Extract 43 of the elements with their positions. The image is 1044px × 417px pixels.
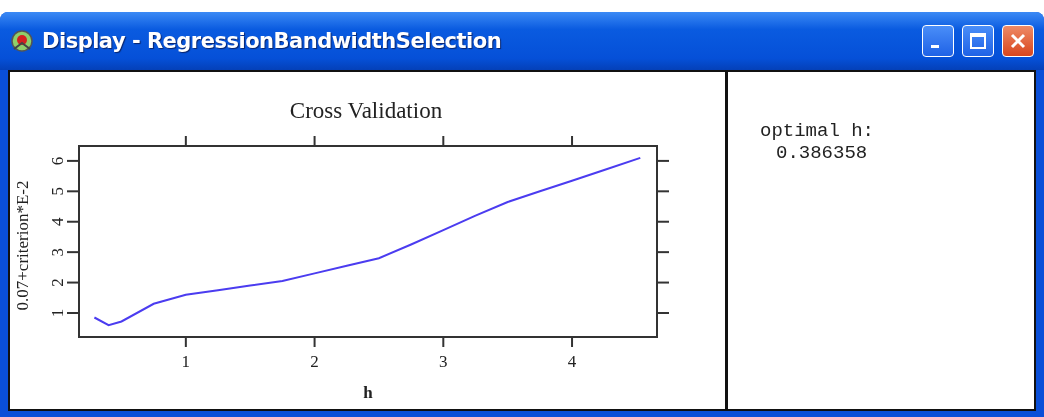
- tick-label: 4: [48, 217, 67, 226]
- axis-label: 0.07+criterion*E-2: [13, 180, 32, 311]
- tick-label: 6: [48, 156, 67, 166]
- tick-label: 2: [310, 352, 319, 371]
- tick-label: 3: [48, 247, 67, 257]
- tick-mark: [313, 336, 316, 348]
- tick-mark: [571, 336, 574, 348]
- tick-label: 1: [48, 308, 67, 318]
- tick-mark: [656, 159, 670, 162]
- maximize-button[interactable]: [962, 25, 994, 57]
- minimize-button[interactable]: [922, 25, 954, 57]
- tick-mark: [656, 190, 670, 193]
- tick-mark: [66, 311, 80, 314]
- tick-mark: [66, 159, 80, 162]
- minimize-icon: [931, 44, 939, 48]
- tick-mark: [656, 220, 670, 223]
- app-icon: [10, 29, 34, 53]
- axis-label: h: [363, 383, 373, 402]
- tick-mark: [313, 135, 316, 147]
- tick-label: 4: [567, 352, 577, 371]
- chart-title: Cross Validation: [289, 98, 443, 123]
- tick-label: 5: [48, 187, 67, 196]
- tick-mark: [66, 251, 80, 254]
- tick-mark: [66, 190, 80, 193]
- tick-label: 2: [48, 278, 67, 287]
- tick-label: 3: [439, 352, 448, 371]
- result-label: optimal h:: [760, 120, 876, 142]
- tick-mark: [442, 336, 445, 348]
- close-icon: [1009, 32, 1027, 50]
- tick-mark: [656, 311, 670, 314]
- tick-mark: [184, 336, 187, 348]
- tick-mark: [66, 220, 80, 223]
- window-title: Display - RegressionBandwidthSelection: [42, 29, 503, 53]
- tick-label: 1: [181, 352, 191, 371]
- tick-mark: [656, 251, 670, 254]
- close-button[interactable]: [1002, 25, 1034, 57]
- tick-mark: [184, 135, 187, 147]
- tick-mark: [66, 281, 80, 284]
- tick-mark: [442, 135, 445, 147]
- tick-mark: [571, 135, 574, 147]
- maximize-icon: [969, 32, 987, 50]
- result-value: 0.386358: [775, 142, 869, 164]
- tick-mark: [656, 281, 670, 284]
